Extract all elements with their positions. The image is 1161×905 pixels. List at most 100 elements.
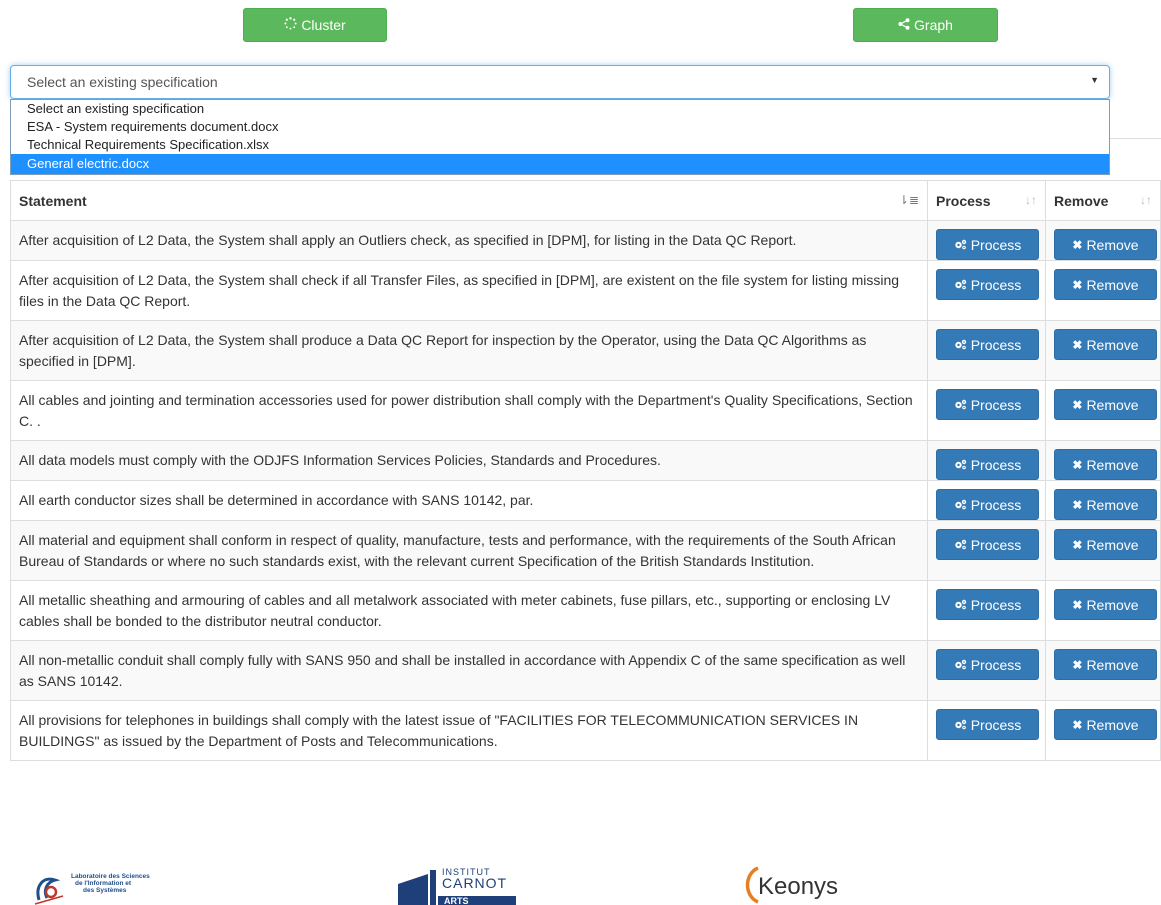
spinner-icon xyxy=(284,17,297,33)
process-cell: Process xyxy=(927,380,1046,441)
close-icon: ✖ xyxy=(1072,397,1083,412)
column-header-remove[interactable]: Remove ↓↑ xyxy=(1044,180,1161,221)
process-cell: Process xyxy=(927,220,1046,261)
statement-cell: All non-metallic conduit shall comply fu… xyxy=(10,640,928,701)
process-label: Process xyxy=(970,236,1022,253)
process-cell: Process xyxy=(927,260,1046,321)
svg-text:de l'Information et: de l'Information et xyxy=(75,880,132,887)
sort-icon[interactable]: ↓↑ xyxy=(1140,193,1152,207)
remove-header-label: Remove xyxy=(1053,192,1109,209)
dropdown-option[interactable]: Technical Requirements Specification.xls… xyxy=(11,136,1109,154)
column-header-process[interactable]: Process ↓↑ xyxy=(927,180,1046,221)
process-button[interactable]: Process xyxy=(936,269,1039,300)
process-button[interactable]: Process xyxy=(936,389,1039,420)
remove-label: Remove xyxy=(1086,396,1139,413)
remove-cell: ✖ Remove xyxy=(1044,480,1161,521)
svg-text:ARTS: ARTS xyxy=(444,896,469,905)
table-row: After acquisition of L2 Data, the System… xyxy=(10,220,1161,261)
footer-logos: Laboratoire des Sciences de l'Informatio… xyxy=(0,858,1161,905)
process-label: Process xyxy=(970,596,1022,613)
table-row: All earth conductor sizes shall be deter… xyxy=(10,480,1161,521)
process-label: Process xyxy=(970,456,1022,473)
remove-cell: ✖ Remove xyxy=(1044,220,1161,261)
dropdown-option[interactable]: ESA - System requirements document.docx xyxy=(11,118,1109,136)
remove-button[interactable]: ✖ Remove xyxy=(1053,269,1157,300)
dropdown-option[interactable]: Select an existing specification xyxy=(11,100,1109,118)
cogs-icon xyxy=(954,457,967,473)
remove-label: Remove xyxy=(1086,336,1139,353)
remove-button[interactable]: ✖ Remove xyxy=(1053,329,1157,360)
process-cell: Process xyxy=(927,580,1046,641)
process-header-label: Process xyxy=(936,192,991,209)
remove-cell: ✖ Remove xyxy=(1044,380,1161,441)
table-row: All data models must comply with the ODJ… xyxy=(10,440,1161,481)
remove-button[interactable]: ✖ Remove xyxy=(1053,449,1157,480)
remove-button[interactable]: ✖ Remove xyxy=(1053,489,1157,520)
process-button[interactable]: Process xyxy=(936,449,1039,480)
process-label: Process xyxy=(970,496,1022,513)
process-cell: Process xyxy=(927,700,1046,761)
remove-label: Remove xyxy=(1086,656,1139,673)
process-button[interactable]: Process xyxy=(936,329,1039,360)
remove-label: Remove xyxy=(1086,456,1139,473)
remove-button[interactable]: ✖ Remove xyxy=(1053,529,1157,560)
cogs-icon xyxy=(954,537,967,553)
table-row: All metallic sheathing and armouring of … xyxy=(10,580,1161,641)
statement-cell: After acquisition of L2 Data, the System… xyxy=(10,320,928,381)
remove-cell: ✖ Remove xyxy=(1044,520,1161,581)
close-icon: ✖ xyxy=(1072,597,1083,612)
share-icon xyxy=(898,17,910,33)
remove-cell: ✖ Remove xyxy=(1044,700,1161,761)
dropdown-option-highlighted[interactable]: General electric.docx xyxy=(11,154,1109,174)
graph-button[interactable]: Graph xyxy=(853,8,998,42)
remove-button[interactable]: ✖ Remove xyxy=(1053,229,1157,260)
process-cell: Process xyxy=(927,480,1046,521)
cogs-icon xyxy=(954,397,967,413)
remove-cell: ✖ Remove xyxy=(1044,320,1161,381)
cogs-icon xyxy=(954,597,967,613)
process-button[interactable]: Process xyxy=(936,709,1039,740)
remove-button[interactable]: ✖ Remove xyxy=(1053,389,1157,420)
statement-cell: All data models must comply with the ODJ… xyxy=(10,440,928,481)
graph-label: Graph xyxy=(914,17,953,33)
table-row: After acquisition of L2 Data, the System… xyxy=(10,320,1161,381)
statement-cell: All provisions for telephones in buildin… xyxy=(10,700,928,761)
specification-select[interactable]: Select an existing specification ▼ xyxy=(10,65,1110,99)
statement-cell: After acquisition of L2 Data, the System… xyxy=(10,260,928,321)
close-icon: ✖ xyxy=(1072,717,1083,732)
keonys-logo: Keonys xyxy=(740,864,880,905)
sort-ascending-icon[interactable]: ⇂≣ xyxy=(899,193,919,207)
close-icon: ✖ xyxy=(1072,337,1083,352)
process-label: Process xyxy=(970,396,1022,413)
process-cell: Process xyxy=(927,440,1046,481)
process-button[interactable]: Process xyxy=(936,589,1039,620)
cluster-button[interactable]: Cluster xyxy=(243,8,387,42)
process-label: Process xyxy=(970,276,1022,293)
table-row: All provisions for telephones in buildin… xyxy=(10,700,1161,761)
process-cell: Process xyxy=(927,640,1046,701)
cogs-icon xyxy=(954,277,967,293)
remove-button[interactable]: ✖ Remove xyxy=(1053,709,1157,740)
statement-cell: All material and equipment shall conform… xyxy=(10,520,928,581)
table-row: All cables and jointing and termination … xyxy=(10,380,1161,441)
close-icon: ✖ xyxy=(1072,457,1083,472)
process-label: Process xyxy=(970,536,1022,553)
cogs-icon xyxy=(954,337,967,353)
statement-header-label: Statement xyxy=(19,192,87,209)
specification-select-value: Select an existing specification xyxy=(27,74,218,90)
statement-cell: After acquisition of L2 Data, the System… xyxy=(10,220,928,261)
carnot-logo: INSTITUT CARNOT ARTS xyxy=(398,866,518,905)
process-button[interactable]: Process xyxy=(936,229,1039,260)
cogs-icon xyxy=(954,237,967,253)
process-label: Process xyxy=(970,656,1022,673)
sort-icon[interactable]: ↓↑ xyxy=(1025,193,1037,207)
table-row: All non-metallic conduit shall comply fu… xyxy=(10,640,1161,701)
remove-button[interactable]: ✖ Remove xyxy=(1053,649,1157,680)
svg-text:Laboratoire des Sciences: Laboratoire des Sciences xyxy=(71,873,150,880)
process-button[interactable]: Process xyxy=(936,649,1039,680)
process-button[interactable]: Process xyxy=(936,489,1039,520)
svg-text:CARNOT: CARNOT xyxy=(442,875,507,891)
process-button[interactable]: Process xyxy=(936,529,1039,560)
column-header-statement[interactable]: Statement ⇂≣ xyxy=(10,180,928,221)
remove-button[interactable]: ✖ Remove xyxy=(1053,589,1157,620)
